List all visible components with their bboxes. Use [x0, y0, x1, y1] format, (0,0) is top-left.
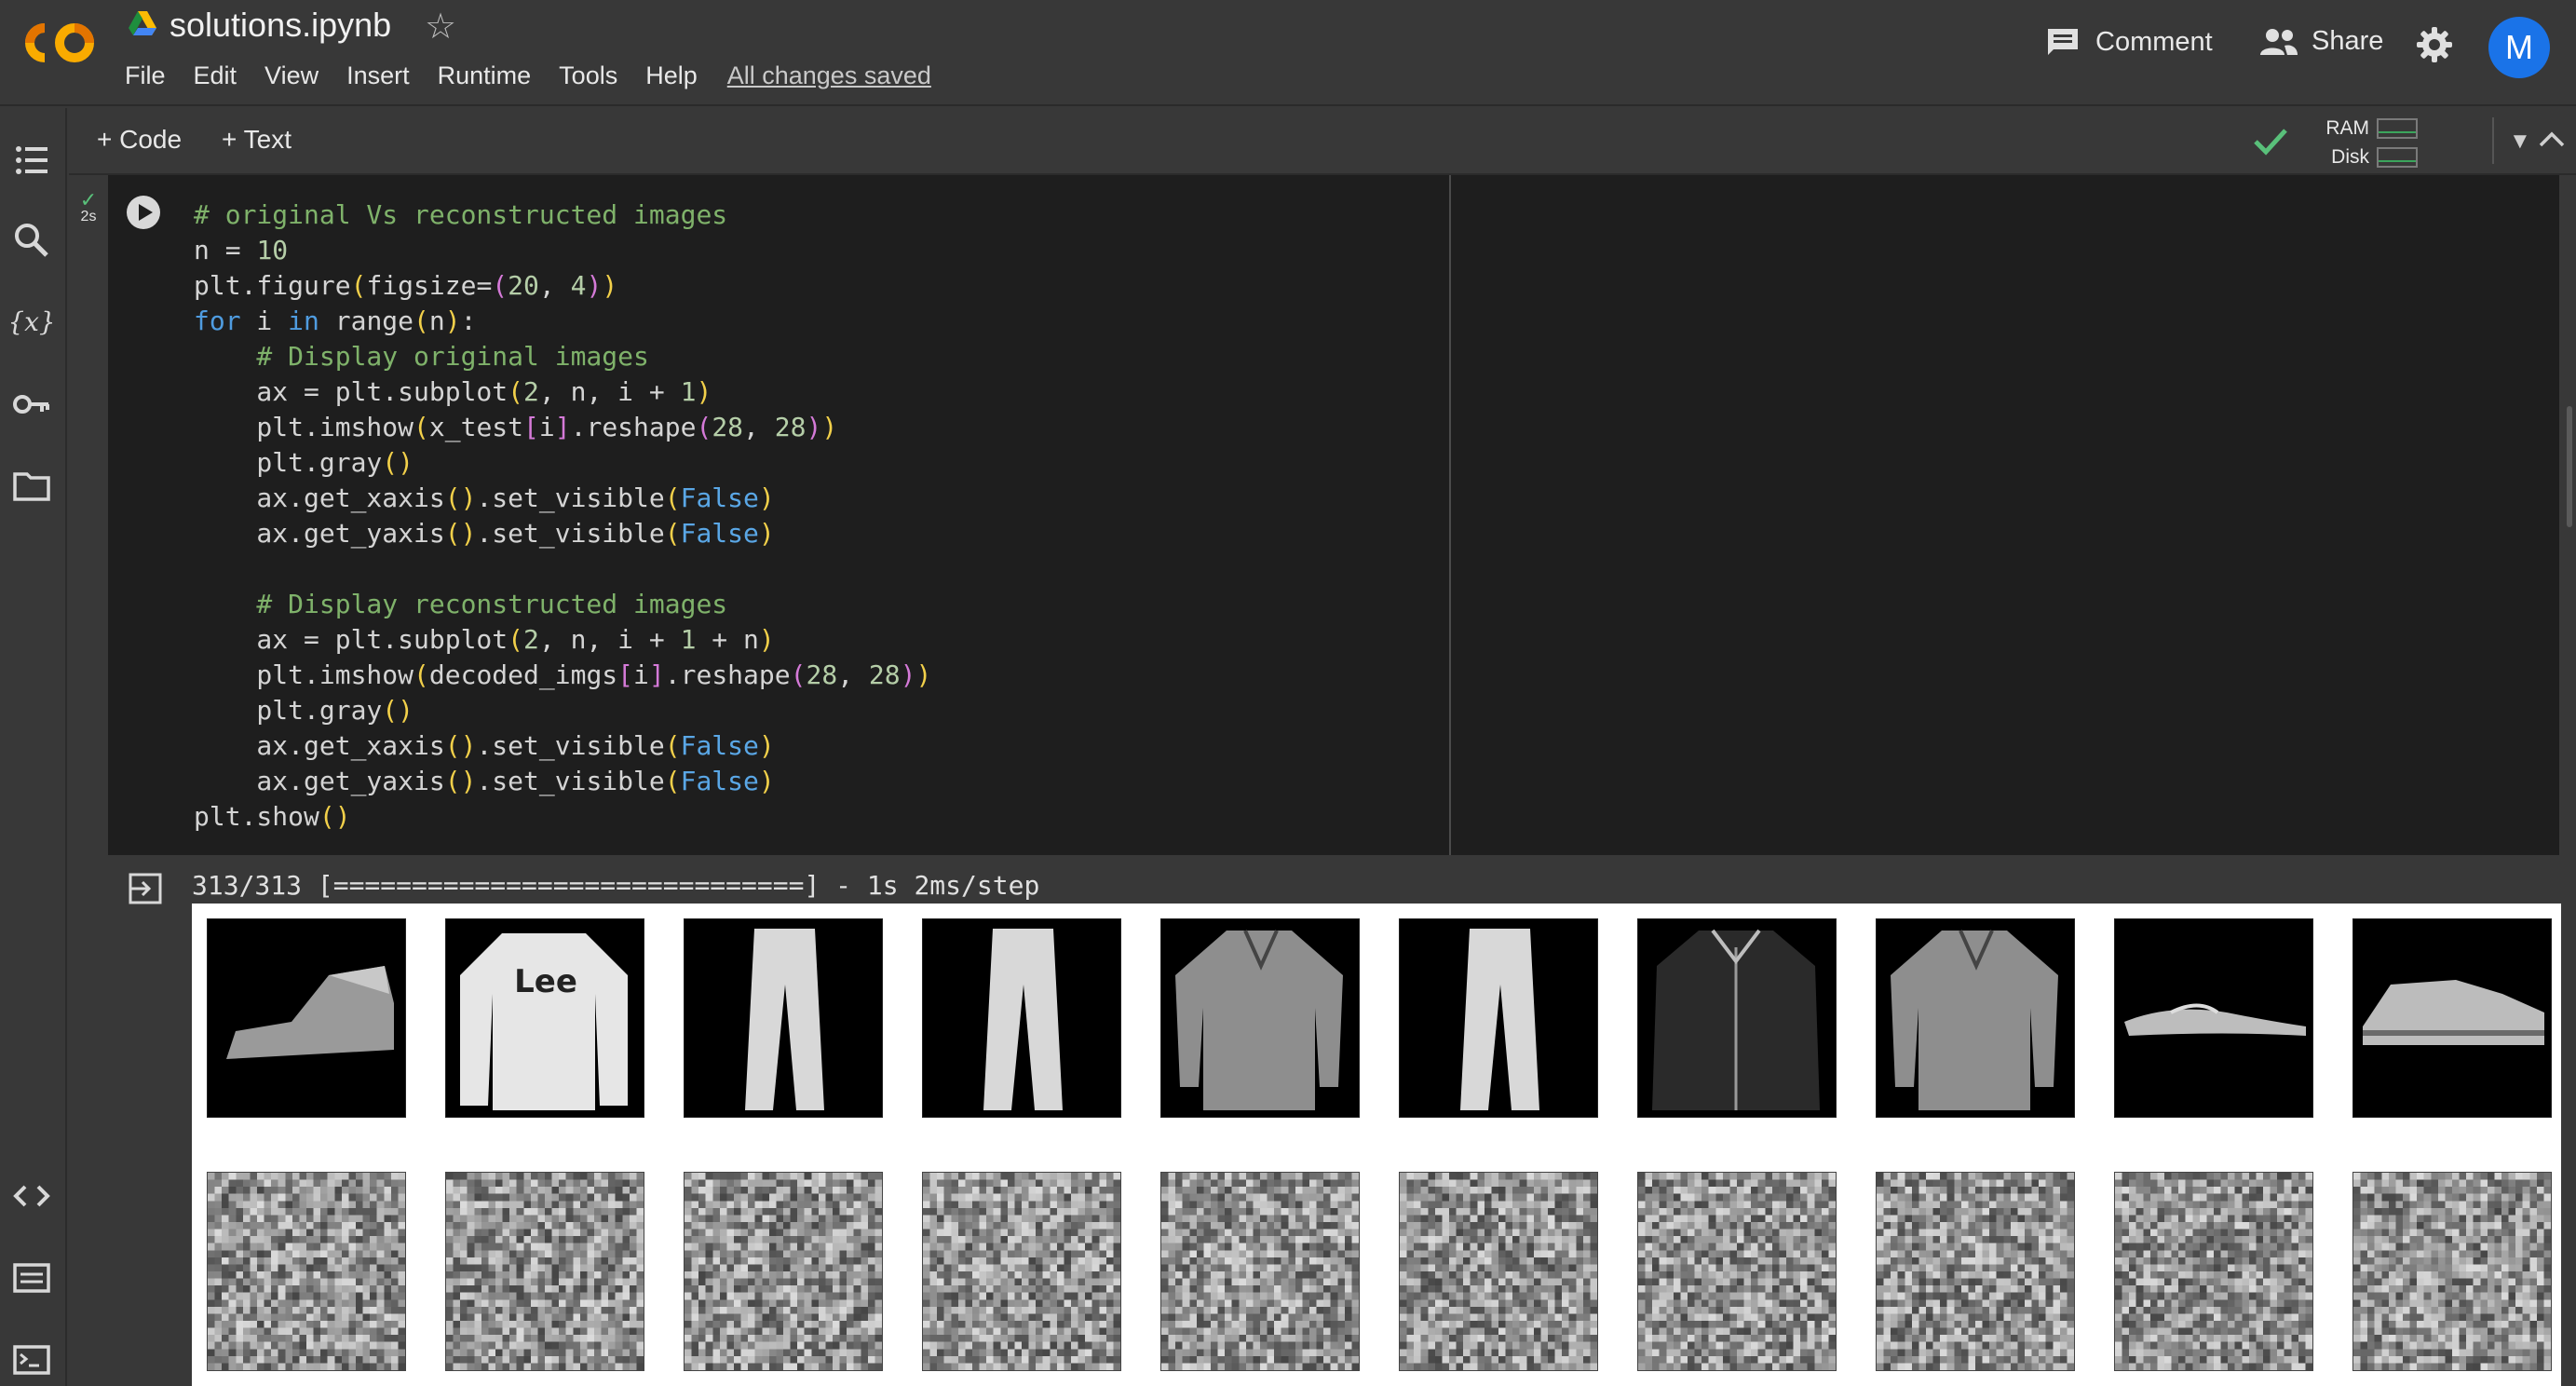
search-icon[interactable]	[11, 220, 52, 261]
google-drive-icon	[129, 11, 156, 35]
cell-output-text: 313/313 [==============================]…	[192, 870, 1040, 901]
reconstructed-image-9	[2114, 1172, 2313, 1371]
menu-insert[interactable]: Insert	[346, 61, 410, 90]
reconstructed-image-3	[684, 1172, 883, 1371]
folder-icon[interactable]	[11, 466, 52, 507]
resource-monitor[interactable]: RAM Disk	[2315, 114, 2418, 171]
menu-help[interactable]: Help	[645, 61, 698, 90]
code-line-15: plt.gray()	[194, 695, 414, 726]
code-line-17: ax.get_yaxis().set_visible(False)	[194, 766, 775, 796]
menu-bar: File Edit View Insert Runtime Tools Help…	[125, 61, 959, 90]
save-status-link[interactable]: All changes saved	[727, 61, 931, 90]
app-header: solutions.ipynb ☆ File Edit View Insert …	[0, 0, 2576, 106]
scrollbar-thumb[interactable]	[2567, 406, 2572, 527]
code-line-8: plt.gray()	[194, 447, 414, 478]
code-text[interactable]: # original Vs reconstructed images n = 1…	[194, 197, 931, 835]
ram-label: RAM	[2325, 117, 2369, 139]
variables-icon[interactable]: {x}	[11, 302, 52, 343]
code-line-18: plt.show()	[194, 801, 351, 832]
comment-button[interactable]: Comment	[2045, 26, 2213, 58]
code-line-4: for i in range(n):	[194, 306, 477, 336]
run-cell-button[interactable]	[125, 194, 162, 231]
code-line-13: ax = plt.subplot(2, n, i + 1 + n)	[194, 624, 775, 655]
svg-text:{x}: {x}	[11, 306, 52, 337]
code-line-7: plt.imshow(x_test[i].reshape(28, 28))	[194, 412, 838, 442]
cell-execution-status: ✓ 2s	[76, 188, 101, 225]
reconstructed-image-1	[207, 1172, 406, 1371]
original-image-7	[1637, 918, 1837, 1118]
star-icon[interactable]: ☆	[425, 6, 456, 48]
code-snippets-icon[interactable]	[11, 1175, 52, 1216]
code-line-9: ax.get_xaxis().set_visible(False)	[194, 482, 775, 513]
notebook-toolbar: + Code + Text RAM Disk ▼	[69, 108, 2576, 175]
comment-icon	[2048, 29, 2078, 55]
code-line-3: plt.figure(figsize=(20, 4))	[194, 270, 618, 301]
original-image-10	[2352, 918, 2552, 1118]
toolbar-divider	[2492, 117, 2494, 164]
editor-ruler	[1449, 175, 1451, 855]
share-label: Share	[2312, 26, 2384, 56]
original-image-2: Lee	[445, 918, 644, 1118]
code-line-1: # original Vs reconstructed images	[194, 199, 728, 230]
original-image-8	[1876, 918, 2075, 1118]
connected-check-icon	[2254, 129, 2287, 156]
add-code-button[interactable]: + Code	[97, 125, 182, 155]
share-people-icon	[2260, 28, 2298, 55]
code-line-12: # Display reconstructed images	[194, 589, 728, 619]
reconstructed-image-7	[1637, 1172, 1837, 1371]
output-menu-icon[interactable]	[127, 870, 164, 907]
code-line-5: # Display original images	[194, 341, 649, 372]
reconstructed-image-10	[2352, 1172, 2552, 1371]
code-line-2: n = 10	[194, 235, 289, 265]
command-palette-icon[interactable]	[11, 1257, 52, 1298]
original-image-5	[1160, 918, 1360, 1118]
original-image-3	[684, 918, 883, 1118]
menu-tools[interactable]: Tools	[559, 61, 617, 90]
menu-file[interactable]: File	[125, 61, 166, 90]
output-figure: Lee	[192, 904, 2561, 1386]
notebook-title[interactable]: solutions.ipynb	[169, 6, 391, 45]
executed-check-icon: ✓	[79, 188, 98, 211]
chevron-down-icon[interactable]: ▼	[2509, 129, 2531, 155]
original-image-9	[2114, 918, 2313, 1118]
avatar[interactable]: M	[2488, 17, 2550, 78]
reconstructed-image-4	[922, 1172, 1121, 1371]
menu-view[interactable]: View	[264, 61, 319, 90]
add-text-button[interactable]: + Text	[222, 125, 291, 155]
comment-label: Comment	[2095, 26, 2213, 57]
ram-bar	[2377, 118, 2418, 140]
menu-runtime[interactable]: Runtime	[438, 61, 532, 90]
reconstructed-image-5	[1160, 1172, 1360, 1371]
reconstructed-image-2	[445, 1172, 644, 1371]
disk-bar	[2377, 147, 2418, 169]
original-image-4	[922, 918, 1121, 1118]
gear-icon[interactable]	[2416, 26, 2453, 63]
menu-edit[interactable]: Edit	[194, 61, 237, 90]
code-line-14: plt.imshow(decoded_imgs[i].reshape(28, 2…	[194, 659, 932, 690]
key-icon[interactable]	[11, 384, 52, 425]
colab-logo[interactable]	[17, 15, 102, 71]
chevron-up-icon[interactable]	[2535, 123, 2569, 156]
left-sidebar: {x}	[0, 108, 67, 1386]
reconstructed-image-8	[1876, 1172, 2075, 1371]
terminal-icon[interactable]	[11, 1339, 52, 1380]
reconstructed-image-6	[1399, 1172, 1598, 1371]
disk-label: Disk	[2331, 146, 2369, 168]
share-button[interactable]: Share	[2259, 26, 2383, 57]
original-image-6	[1399, 918, 1598, 1118]
code-line-6: ax = plt.subplot(2, n, i + 1)	[194, 376, 712, 407]
svg-text:Lee: Lee	[514, 963, 577, 1000]
code-line-10: ax.get_yaxis().set_visible(False)	[194, 518, 775, 549]
code-line-16: ax.get_xaxis().set_visible(False)	[194, 730, 775, 761]
table-of-contents-icon[interactable]	[11, 140, 52, 181]
original-image-1	[207, 918, 406, 1118]
